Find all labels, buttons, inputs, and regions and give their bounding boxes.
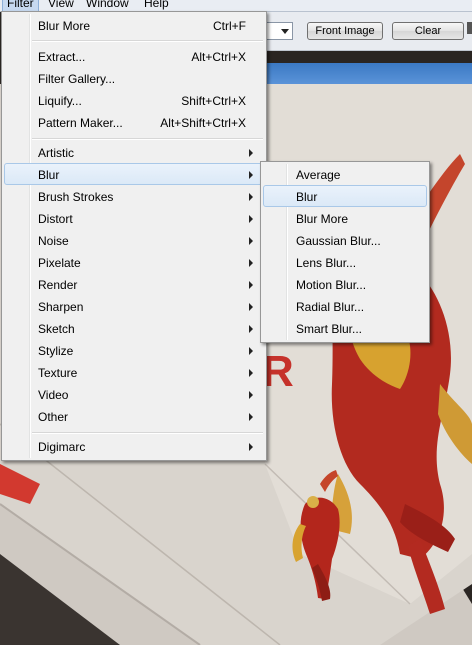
document-title-bar <box>265 63 472 84</box>
menu-help[interactable]: Help <box>140 0 173 11</box>
menu-separator <box>32 138 263 140</box>
menu-item-label: Render <box>38 278 78 292</box>
menu-item-distort[interactable]: Distort <box>4 207 264 229</box>
submenu-item-motion-blur[interactable]: Motion Blur... <box>263 273 427 295</box>
menu-item-label: Stylize <box>38 344 74 358</box>
submenu-item-smart-blur[interactable]: Smart Blur... <box>263 317 427 339</box>
menu-item-label: Sharpen <box>38 300 84 314</box>
menu-item-label: Brush Strokes <box>38 190 114 204</box>
submenu-item-blur[interactable]: Blur <box>263 185 427 207</box>
menu-item-shortcut: Ctrl+F <box>213 19 246 33</box>
menu-item-label: Gaussian Blur... <box>296 234 381 248</box>
menu-item-label: Filter Gallery... <box>38 72 116 86</box>
menu-item-label: Blur <box>296 190 318 204</box>
menu-item-other[interactable]: Other <box>4 405 264 427</box>
menu-item-label: Distort <box>38 212 73 226</box>
menu-item-label: Blur <box>38 168 60 182</box>
menu-item-brush-strokes[interactable]: Brush Strokes <box>4 185 264 207</box>
menu-item-label: Extract... <box>38 50 86 64</box>
submenu-arrow-icon <box>249 259 253 267</box>
menu-item-label: Artistic <box>38 146 74 160</box>
menu-item-label: Smart Blur... <box>296 322 363 336</box>
submenu-arrow-icon <box>249 171 253 179</box>
menu-item-label: Liquify... <box>38 94 82 108</box>
menu-item-label: Blur More <box>38 19 91 33</box>
menu-view[interactable]: View <box>44 0 78 11</box>
menu-item-last-filter[interactable]: Blur More Ctrl+F <box>4 14 264 36</box>
menu-item-blur[interactable]: Blur <box>4 163 264 185</box>
menu-window[interactable]: Window <box>82 0 133 11</box>
menu-item-label: Lens Blur... <box>296 256 357 270</box>
menu-item-label: Average <box>296 168 341 182</box>
menu-item-label: Video <box>38 388 69 402</box>
menu-item-label: Other <box>38 410 69 424</box>
submenu-arrow-icon <box>249 149 253 157</box>
submenu-arrow-icon <box>249 281 253 289</box>
submenu-arrow-icon <box>249 413 253 421</box>
submenu-arrow-icon <box>249 325 253 333</box>
filter-menu: Blur More Ctrl+F Extract... Alt+Ctrl+X F… <box>1 11 267 461</box>
menu-item-label: Blur More <box>296 212 349 226</box>
menu-item-label: Pixelate <box>38 256 81 270</box>
menu-separator <box>32 432 263 434</box>
menu-item-shortcut: Alt+Shift+Ctrl+X <box>160 116 246 130</box>
front-image-button[interactable]: Front Image <box>307 22 383 40</box>
mode-select[interactable] <box>265 22 293 40</box>
menu-item-label: Noise <box>38 234 69 248</box>
menu-item-video[interactable]: Video <box>4 383 264 405</box>
submenu-item-lens-blur[interactable]: Lens Blur... <box>263 251 427 273</box>
submenu-item-blur-more[interactable]: Blur More <box>263 207 427 229</box>
submenu-arrow-icon <box>249 369 253 377</box>
menu-item-sharpen[interactable]: Sharpen <box>4 295 264 317</box>
submenu-arrow-icon <box>249 237 253 245</box>
menu-item-stylize[interactable]: Stylize <box>4 339 264 361</box>
menu-item-label: Pattern Maker... <box>38 116 123 130</box>
menu-item-artistic[interactable]: Artistic <box>4 141 264 163</box>
submenu-item-average[interactable]: Average <box>263 163 427 185</box>
submenu-arrow-icon <box>249 391 253 399</box>
menu-item-extract[interactable]: Extract... Alt+Ctrl+X <box>4 45 264 67</box>
menu-item-label: Motion Blur... <box>296 278 367 292</box>
menu-item-noise[interactable]: Noise <box>4 229 264 251</box>
menu-item-label: Texture <box>38 366 78 380</box>
menu-item-sketch[interactable]: Sketch <box>4 317 264 339</box>
menu-item-digimarc[interactable]: Digimarc <box>4 435 264 457</box>
menu-separator <box>32 40 263 42</box>
menu-item-texture[interactable]: Texture <box>4 361 264 383</box>
menu-item-render[interactable]: Render <box>4 273 264 295</box>
menu-item-pixelate[interactable]: Pixelate <box>4 251 264 273</box>
submenu-arrow-icon <box>249 443 253 451</box>
submenu-item-radial-blur[interactable]: Radial Blur... <box>263 295 427 317</box>
blur-submenu: Average Blur Blur More Gaussian Blur... … <box>260 161 430 343</box>
dropdown-arrow-icon <box>281 29 289 34</box>
submenu-arrow-icon <box>249 215 253 223</box>
menu-item-label: Sketch <box>38 322 75 336</box>
clear-button[interactable]: Clear <box>392 22 464 40</box>
submenu-arrow-icon <box>249 303 253 311</box>
submenu-arrow-icon <box>249 193 253 201</box>
menu-item-pattern-maker[interactable]: Pattern Maker... Alt+Shift+Ctrl+X <box>4 111 264 133</box>
menu-item-shortcut: Shift+Ctrl+X <box>181 94 246 108</box>
options-bar-edge <box>467 22 472 34</box>
menu-item-label: Radial Blur... <box>296 300 365 314</box>
menu-item-liquify[interactable]: Liquify... Shift+Ctrl+X <box>4 89 264 111</box>
submenu-arrow-icon <box>249 347 253 355</box>
menu-item-label: Digimarc <box>38 440 86 454</box>
menu-item-filter-gallery[interactable]: Filter Gallery... <box>4 67 264 89</box>
menu-item-shortcut: Alt+Ctrl+X <box>191 50 246 64</box>
submenu-item-gaussian-blur[interactable]: Gaussian Blur... <box>263 229 427 251</box>
